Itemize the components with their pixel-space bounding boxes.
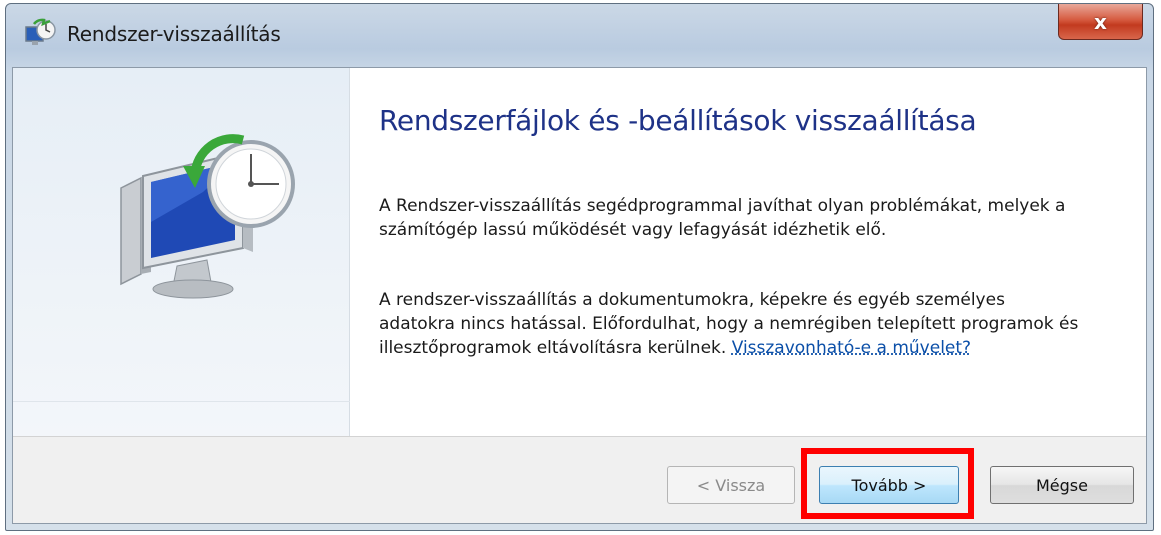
close-icon: x bbox=[1094, 9, 1107, 34]
system-restore-window: Rendszer-visszaállítás x Rendszerfájlok … bbox=[5, 3, 1154, 531]
description-paragraph-2: A rendszer-visszaállítás a dokumentumokr… bbox=[379, 288, 1079, 360]
panel-divider bbox=[13, 401, 350, 402]
description-paragraph-1: A Rendszer-visszaállítás segédprogrammal… bbox=[379, 196, 1066, 240]
title-bar[interactable]: Rendszer-visszaállítás x bbox=[6, 4, 1153, 66]
window-title: Rendszer-visszaállítás bbox=[67, 22, 281, 46]
back-button[interactable]: < Vissza bbox=[667, 466, 795, 504]
content-pane: Rendszerfájlok és -beállítások visszaáll… bbox=[13, 68, 1146, 437]
left-image-panel bbox=[13, 68, 350, 436]
description-paragraph-2-text: A rendszer-visszaállítás a dokumentumokr… bbox=[379, 290, 1079, 358]
system-restore-icon bbox=[25, 18, 56, 45]
cancel-button[interactable]: Mégse bbox=[990, 466, 1134, 504]
page-title: Rendszerfájlok és -beállítások visszaáll… bbox=[379, 104, 977, 137]
close-button[interactable]: x bbox=[1058, 4, 1143, 40]
undo-info-link[interactable]: Visszavonható-e a művelet? bbox=[732, 338, 971, 358]
system-restore-monitor-clock-icon bbox=[120, 134, 295, 299]
dialog-client-area: Rendszerfájlok és -beállítások visszaáll… bbox=[12, 67, 1147, 524]
next-button-highlight bbox=[801, 448, 974, 519]
